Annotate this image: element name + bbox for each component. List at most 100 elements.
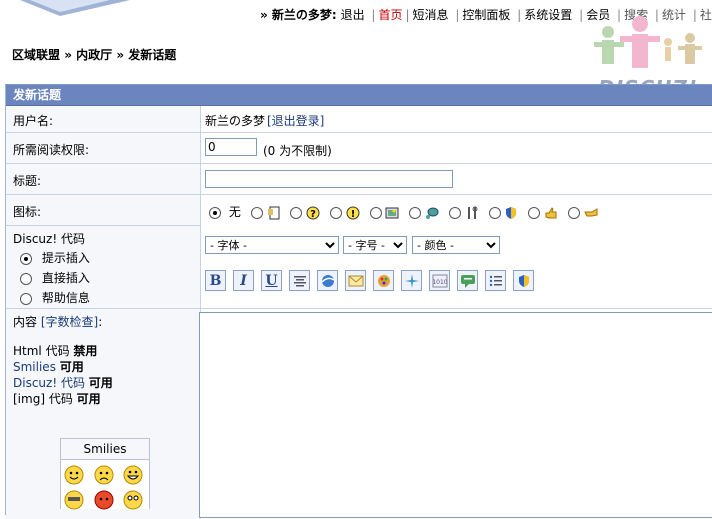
- mode-radio-direct[interactable]: [20, 272, 32, 285]
- icon-radio[interactable]: [409, 206, 422, 219]
- svg-text:!: !: [351, 209, 356, 220]
- code-icon: 1010: [432, 274, 447, 287]
- angry-icon[interactable]: [94, 490, 114, 510]
- list-icon: [489, 275, 502, 286]
- subject-row: 标题:: [6, 164, 712, 195]
- img-code-status: 可用: [76, 392, 101, 406]
- content-textarea[interactable]: [199, 312, 712, 518]
- icon-radio[interactable]: [290, 206, 303, 219]
- shy-icon[interactable]: [64, 490, 84, 510]
- form-title: 发新话题: [6, 85, 712, 106]
- username-row: 用户名: 新兰の多梦 [退出登录]: [6, 106, 712, 133]
- breadcrumb-item[interactable]: 内政厅: [76, 48, 112, 62]
- url-button[interactable]: [317, 270, 338, 291]
- email-button[interactable]: [345, 270, 366, 291]
- mode-label: 帮助信息: [41, 291, 90, 305]
- icon-radio[interactable]: [329, 206, 342, 219]
- html-code-status: 禁用: [73, 344, 98, 358]
- color-select[interactable]: - 颜色 -: [412, 236, 500, 254]
- logout-link[interactable]: 退出: [341, 8, 365, 22]
- read-permission-input[interactable]: [205, 138, 257, 156]
- hide-icon: [518, 274, 529, 287]
- mode-radio-help[interactable]: [20, 292, 32, 305]
- content-label: 内容 [字数检查]:: [13, 315, 103, 329]
- icon-radio[interactable]: [369, 206, 382, 219]
- read-permission-hint: (0 为不限制): [263, 144, 332, 158]
- subject-label: 标题:: [13, 174, 42, 188]
- page-icon: [267, 206, 279, 219]
- breadcrumb-item[interactable]: 区域联盟: [12, 48, 60, 62]
- breadcrumb-current: 发新话题: [128, 48, 177, 62]
- username-label: 用户名:: [13, 114, 54, 128]
- discuz-code-label: Discuz! 代码: [13, 232, 85, 246]
- exclamation-icon: !: [346, 206, 360, 220]
- breadcrumb: 区域联盟 » 内政厅 » 发新话题: [12, 48, 177, 62]
- email-icon: [348, 275, 363, 286]
- thought-icon: [426, 207, 439, 219]
- smilies-panel-title: Smilies: [61, 439, 149, 460]
- grin-icon[interactable]: [123, 465, 143, 485]
- italic-button[interactable]: I: [233, 270, 254, 291]
- image-button[interactable]: [373, 270, 394, 291]
- nav-system-settings[interactable]: 系统设置: [524, 8, 572, 22]
- icon-label: 图标:: [13, 205, 42, 219]
- italic-icon: I: [240, 272, 247, 289]
- hand-point-icon: [583, 207, 598, 216]
- icon-radio[interactable]: [250, 206, 263, 219]
- font-select[interactable]: - 字体 -: [205, 236, 339, 254]
- discuz-code-status: 可用: [88, 376, 113, 390]
- hide-button[interactable]: [513, 270, 534, 291]
- center-align-button[interactable]: [289, 270, 310, 291]
- icon-radio[interactable]: [488, 206, 501, 219]
- icon-row: 图标: 无 ? !: [6, 195, 712, 232]
- img-code-label: [img] 代码: [13, 392, 73, 406]
- smilies-link[interactable]: Smilies: [13, 360, 56, 374]
- size-select[interactable]: - 字号 -: [343, 236, 407, 254]
- sad-icon[interactable]: [94, 465, 114, 485]
- html-code-label: Html 代码: [13, 344, 70, 358]
- current-user: » 新兰の多梦:: [260, 8, 337, 22]
- code-status-list: Html 代码 禁用 Smilies 可用 Discuz! 代码 可用 [img…: [13, 343, 113, 407]
- image-icon: [377, 274, 390, 287]
- nav-messages[interactable]: 短消息: [413, 8, 449, 22]
- quote-button[interactable]: [457, 270, 478, 291]
- nav-home[interactable]: 首页: [378, 8, 402, 22]
- word-count-link[interactable]: [字数检查]: [41, 315, 98, 329]
- code-button[interactable]: 1010: [429, 270, 450, 291]
- smilies-status: 可用: [59, 360, 84, 374]
- icon-radio[interactable]: [448, 206, 461, 219]
- flash-button[interactable]: [401, 270, 422, 291]
- username-value: 新兰の多梦: [205, 114, 266, 128]
- forum-logo-corner: [20, 0, 130, 16]
- flash-icon: [404, 273, 419, 288]
- mode-label: 提示插入: [41, 251, 90, 265]
- nav-control-panel[interactable]: 控制面板: [462, 8, 510, 22]
- icon-radio-none[interactable]: [209, 206, 221, 219]
- subject-input[interactable]: [205, 170, 453, 188]
- list-button[interactable]: [485, 270, 506, 291]
- icon-radio[interactable]: [567, 206, 580, 219]
- bold-button[interactable]: B: [205, 270, 226, 291]
- smile-icon[interactable]: [64, 465, 84, 485]
- smilies-panel: Smilies: [60, 438, 150, 510]
- shield-icon: [506, 206, 517, 219]
- question-icon: ?: [306, 206, 320, 220]
- icon-radio[interactable]: [528, 206, 541, 219]
- underline-button[interactable]: U: [261, 270, 282, 291]
- quote-icon: [460, 274, 475, 288]
- icon-none-label: 无: [228, 205, 241, 219]
- icon-options: 无 ? !: [209, 203, 604, 220]
- discuz-code-row: Discuz! 代码 提示插入 直接插入 帮助信息 - 字体 - - 字号 - …: [6, 226, 712, 309]
- bold-icon: B: [209, 272, 222, 289]
- surprised-icon[interactable]: [123, 490, 143, 510]
- read-permission-label: 所需阅读权限:: [13, 143, 90, 157]
- discuz-code-link[interactable]: Discuz! 代码: [13, 376, 85, 390]
- underline-icon: U: [265, 272, 278, 289]
- mode-label: 直接插入: [41, 271, 90, 285]
- picture-icon: [385, 207, 399, 218]
- mode-radio-prompt[interactable]: [20, 252, 32, 265]
- tools-icon: [467, 206, 478, 219]
- insert-mode-group: 提示插入 直接插入 帮助信息: [20, 248, 90, 308]
- logout-login-link[interactable]: [退出登录]: [267, 112, 324, 129]
- svg-text:?: ?: [310, 209, 316, 220]
